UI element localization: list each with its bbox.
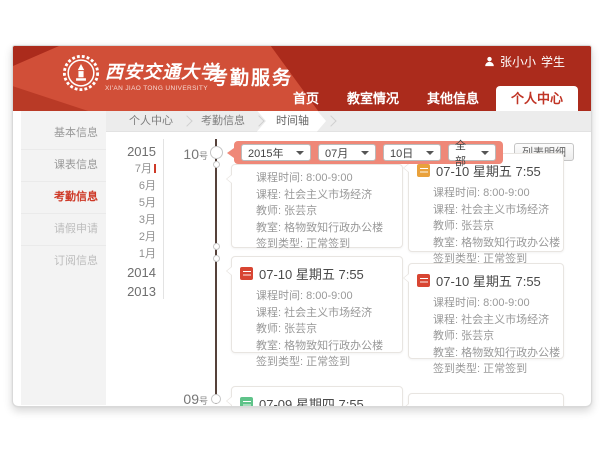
attendance-card: 07-10 星期五 7:55 课程时间: 8:00-9:00 课程: 社会主义市… [231, 256, 403, 353]
calendar-icon [240, 267, 253, 280]
timeline-nav-march[interactable]: 3月 [104, 212, 156, 229]
timeline-day-label-10: 10号 [168, 146, 208, 164]
user-role: 学生 [541, 53, 565, 70]
caret-down-icon [296, 151, 304, 155]
screenshot-canvas: 西安交通大学 XI'AN JIAO TONG UNIVERSITY 考勤服务 张… [0, 0, 600, 450]
calendar-icon [417, 164, 430, 177]
day-dropdown[interactable]: 10日 [383, 144, 441, 161]
sidebar: 基本信息 课表信息 考勤信息 请假申请 订阅信息 [21, 111, 106, 405]
timeline-nav-divider [163, 139, 164, 299]
timeline-nav-may[interactable]: 5月 [104, 195, 156, 212]
attendance-card: 07-10 星期五 7:55 课程时间: 8:00-9:00 课程: 社会主义市… [408, 263, 564, 359]
type-dropdown[interactable]: 全部 [448, 144, 496, 161]
sidebar-item-attendance-info[interactable]: 考勤信息 [21, 182, 106, 214]
month-dropdown[interactable]: 07月 [318, 144, 376, 161]
chevron-right-icon [181, 115, 192, 126]
timeline-nav-july[interactable]: 7月 [104, 161, 156, 178]
nav-item-other-info[interactable]: 其他信息 [416, 86, 490, 111]
person-icon [484, 56, 495, 67]
sidebar-item-leave-request[interactable]: 请假申请 [21, 214, 106, 246]
timeline-spine [215, 139, 217, 404]
timeline-year-nav: 2015 7月 6月 5月 3月 2月 1月 2014 2013 [104, 142, 156, 301]
sidebar-item-schedule-info[interactable]: 课表信息 [21, 150, 106, 182]
timeline-nav-2013[interactable]: 2013 [104, 282, 156, 301]
card-header: 07-10 星期五 7:55 [232, 257, 402, 285]
university-name-en: XI'AN JIAO TONG UNIVERSITY [105, 85, 208, 92]
nav-item-home[interactable]: 首页 [282, 86, 330, 111]
date-filter-bar: 2015年 07月 10日 全部 [234, 141, 503, 164]
main-nav: 首页 教室情况 其他信息 个人中心 [276, 86, 578, 111]
timeline-node[interactable] [213, 243, 220, 250]
attendance-card: 07-10 星期五 7:55 课程时间: 8:00-9:00 课程: 社会主义市… [408, 153, 564, 252]
timeline-day-label-09: 09号 [168, 391, 208, 407]
attendance-card-partial: 07-09 星期四 7:55 [231, 386, 403, 407]
card-header: 07-09 星期四 7:55 [232, 387, 402, 407]
timeline-node[interactable] [213, 161, 220, 168]
current-month-marker [154, 164, 156, 173]
breadcrumb: 个人中心 考勤信息 时间轴 [106, 111, 591, 132]
caret-down-icon [426, 151, 434, 155]
timeline-node[interactable] [213, 255, 220, 262]
university-logo-icon [62, 54, 100, 92]
attendance-app-window: 西安交通大学 XI'AN JIAO TONG UNIVERSITY 考勤服务 张… [12, 45, 592, 407]
chevron-right-icon [325, 115, 336, 126]
timeline-nav-2014[interactable]: 2014 [104, 263, 156, 282]
university-name-cn: 西安交通大学 [105, 58, 219, 84]
caret-down-icon [361, 151, 369, 155]
nav-item-personal-center[interactable]: 个人中心 [496, 86, 578, 111]
user-menu[interactable]: 张小小 学生 [484, 53, 565, 70]
nav-item-classrooms[interactable]: 教室情况 [336, 86, 410, 111]
sidebar-item-subscription-info[interactable]: 订阅信息 [21, 246, 106, 277]
calendar-icon [417, 274, 430, 287]
year-dropdown[interactable]: 2015年 [241, 144, 311, 161]
attendance-card-partial [408, 393, 564, 407]
sidebar-item-basic-info[interactable]: 基本信息 [21, 118, 106, 150]
app-header: 西安交通大学 XI'AN JIAO TONG UNIVERSITY 考勤服务 张… [13, 46, 591, 111]
caret-down-icon [481, 151, 489, 155]
timeline-nav-february[interactable]: 2月 [104, 229, 156, 246]
timeline-nav-january[interactable]: 1月 [104, 246, 156, 263]
timeline-nav-june[interactable]: 6月 [104, 178, 156, 195]
breadcrumb-timeline[interactable]: 时间轴 [257, 111, 326, 132]
user-name: 张小小 [500, 53, 536, 70]
breadcrumb-attendance-info[interactable]: 考勤信息 [192, 111, 254, 132]
attendance-card: 课程时间: 8:00-9:00 课程: 社会主义市场经济 教师: 张芸京 教室:… [231, 164, 403, 248]
card-header: 07-10 星期五 7:55 [409, 264, 563, 292]
timeline-node[interactable] [211, 394, 221, 404]
calendar-icon [240, 397, 253, 407]
timeline-node[interactable] [210, 146, 223, 159]
breadcrumb-personal-center[interactable]: 个人中心 [120, 111, 182, 132]
timeline-nav-2015[interactable]: 2015 [104, 142, 156, 161]
